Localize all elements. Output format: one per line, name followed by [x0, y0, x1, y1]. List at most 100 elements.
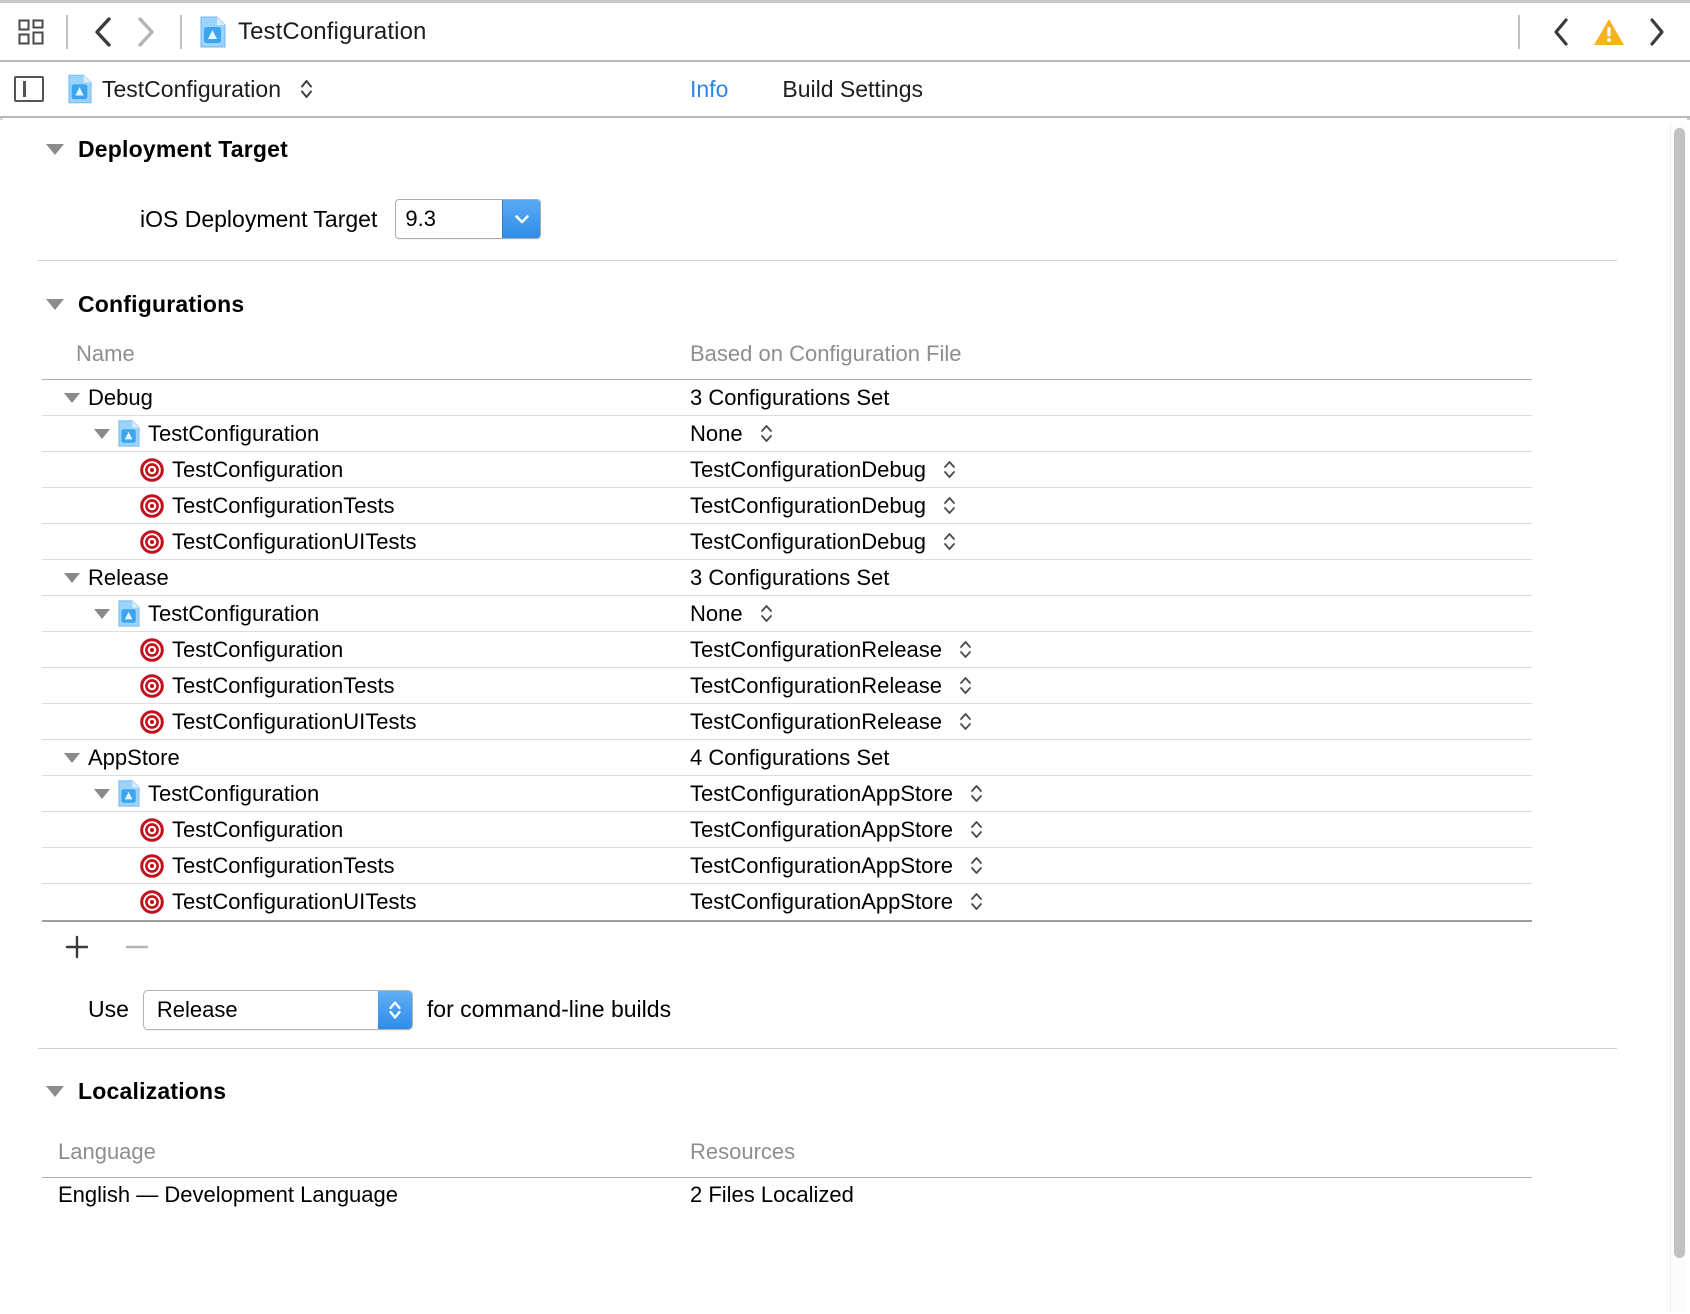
ios-deployment-target-value[interactable]: 9.3	[396, 200, 502, 238]
row-label: TestConfigurationUITests	[172, 888, 417, 914]
warning-triangle-icon[interactable]	[1588, 11, 1630, 53]
target-icon	[140, 529, 164, 554]
disclosure-triangle-icon[interactable]	[46, 1086, 64, 1097]
value-stepper-icon[interactable]	[943, 459, 956, 480]
table-row[interactable]: English — Development Language 2 Files Lo…	[42, 1176, 1532, 1213]
breadcrumb-label: TestConfiguration	[238, 17, 427, 45]
toolbar-right-group	[1504, 11, 1678, 53]
configuration-name-cell: TestConfiguration	[42, 451, 682, 488]
table-row[interactable]: TestConfigurationUITests TestConfiguratio…	[42, 703, 1532, 740]
configuration-name-cell: AppStore	[42, 739, 682, 776]
row-disclosure-triangle-icon[interactable]	[94, 428, 110, 439]
xcode-project-icon-small	[68, 74, 92, 104]
updown-chevron-icon[interactable]	[377, 990, 412, 1029]
section-divider-1	[38, 260, 1617, 261]
configuration-name-cell: Release	[42, 559, 682, 596]
configuration-file-cell[interactable]: TestConfigurationDebug	[682, 487, 1532, 524]
value-stepper-icon[interactable]	[970, 891, 983, 912]
configuration-name-cell: TestConfiguration	[42, 631, 682, 668]
scheme-selector[interactable]: TestConfiguration	[68, 74, 313, 104]
configuration-file-cell[interactable]: None	[682, 415, 1532, 452]
configuration-file-cell[interactable]: TestConfigurationRelease	[682, 631, 1532, 668]
table-row[interactable]: TestConfiguration TestConfigurationAppSto…	[42, 775, 1532, 812]
row-disclosure-triangle-icon[interactable]	[64, 572, 80, 583]
command-line-configuration-value: Release	[156, 996, 238, 1022]
breadcrumb[interactable]: TestConfiguration	[200, 16, 426, 48]
chevron-down-icon[interactable]	[502, 200, 541, 238]
command-line-configuration-popup[interactable]: Release	[142, 989, 413, 1030]
table-row[interactable]: TestConfiguration TestConfigurationReleas…	[42, 631, 1532, 668]
row-value: None	[690, 600, 743, 626]
value-stepper-icon[interactable]	[970, 855, 983, 876]
row-label: TestConfiguration	[148, 780, 320, 806]
row-value: TestConfigurationRelease	[690, 636, 942, 662]
row-disclosure-triangle-icon[interactable]	[94, 788, 110, 799]
minus-icon[interactable]	[124, 934, 150, 960]
table-row[interactable]: TestConfigurationUITests TestConfiguratio…	[42, 523, 1532, 560]
value-stepper-icon[interactable]	[760, 423, 773, 444]
ios-deployment-target-combobox[interactable]: 9.3	[395, 199, 542, 239]
tab-build-settings[interactable]: Build Settings	[782, 76, 923, 103]
scrollbar-thumb[interactable]	[1674, 128, 1685, 1258]
row-label: TestConfiguration	[172, 816, 344, 842]
value-stepper-icon[interactable]	[959, 711, 972, 732]
row-label: TestConfiguration	[148, 420, 320, 446]
table-row[interactable]: Release 3 Configurations Set	[42, 559, 1532, 596]
configuration-file-cell[interactable]: TestConfigurationRelease	[682, 703, 1532, 740]
table-row[interactable]: TestConfiguration None	[42, 595, 1532, 632]
section-localizations[interactable]: Localizations	[0, 1063, 1655, 1121]
back-button[interactable]	[82, 11, 124, 53]
configuration-name-cell: TestConfigurationTests	[42, 667, 682, 704]
column-header-value: Based on Configuration File	[690, 341, 962, 366]
configuration-file-cell[interactable]: TestConfigurationRelease	[682, 667, 1532, 704]
target-icon	[140, 493, 164, 518]
table-row[interactable]: TestConfiguration TestConfigurationAppSto…	[42, 811, 1532, 848]
value-stepper-icon[interactable]	[959, 675, 972, 696]
disclosure-triangle-icon[interactable]	[46, 143, 64, 155]
toolbar-divider	[66, 14, 68, 49]
localizations-table-body: English — Development Language 2 Files Lo…	[42, 1176, 1532, 1213]
configuration-file-cell[interactable]: TestConfigurationAppStore	[682, 775, 1532, 812]
value-stepper-icon[interactable]	[760, 603, 773, 624]
row-disclosure-triangle-icon[interactable]	[94, 608, 110, 619]
section-configurations[interactable]: Configurations	[0, 275, 1655, 333]
tab-info[interactable]: Info	[690, 76, 728, 103]
configuration-file-cell[interactable]: TestConfigurationAppStore	[682, 811, 1532, 848]
section-deployment-target[interactable]: Deployment Target	[0, 120, 1655, 178]
table-row[interactable]: TestConfiguration None	[42, 415, 1532, 452]
table-row[interactable]: AppStore 4 Configurations Set	[42, 739, 1532, 776]
disclosure-triangle-icon[interactable]	[46, 298, 64, 310]
value-stepper-icon[interactable]	[943, 531, 956, 552]
forward-button[interactable]	[124, 11, 166, 53]
configuration-file-cell[interactable]: TestConfigurationAppStore	[682, 847, 1532, 884]
plus-icon[interactable]	[64, 934, 90, 960]
issue-next-button[interactable]	[1636, 11, 1678, 53]
configuration-file-cell[interactable]: TestConfigurationDebug	[682, 451, 1532, 488]
table-row[interactable]: TestConfiguration TestConfigurationDebug	[42, 451, 1532, 488]
row-value: TestConfigurationRelease	[690, 708, 942, 734]
target-icon	[140, 817, 164, 842]
row-disclosure-triangle-icon[interactable]	[64, 752, 80, 763]
table-row[interactable]: TestConfigurationUITests TestConfiguratio…	[42, 883, 1532, 920]
configuration-file-cell[interactable]: None	[682, 595, 1532, 632]
value-stepper-icon[interactable]	[959, 639, 972, 660]
project-editor-scroll-area: Deployment Target iOS Deployment Target …	[0, 120, 1690, 1314]
table-row[interactable]: TestConfigurationTests TestConfigurationA…	[42, 847, 1532, 884]
row-value: TestConfigurationAppStore	[690, 816, 953, 842]
issue-previous-button[interactable]	[1540, 11, 1582, 53]
configuration-file-cell[interactable]: TestConfigurationAppStore	[682, 883, 1532, 920]
grid-view-icon[interactable]	[10, 11, 52, 53]
row-disclosure-triangle-icon[interactable]	[64, 392, 80, 403]
table-row[interactable]: TestConfigurationTests TestConfigurationR…	[42, 667, 1532, 704]
value-stepper-icon[interactable]	[943, 495, 956, 516]
value-stepper-icon[interactable]	[970, 819, 983, 840]
table-row[interactable]: TestConfigurationTests TestConfigurationD…	[42, 487, 1532, 524]
configuration-file-cell[interactable]: TestConfigurationDebug	[682, 523, 1532, 560]
vertical-scrollbar[interactable]	[1670, 122, 1686, 1312]
table-row[interactable]: Debug 3 Configurations Set	[42, 379, 1532, 416]
row-label: TestConfiguration	[148, 600, 320, 626]
value-stepper-icon[interactable]	[970, 783, 983, 804]
sidebar-toggle-icon[interactable]	[14, 76, 44, 102]
scheme-stepper-icon[interactable]	[300, 78, 313, 100]
row-value: TestConfigurationAppStore	[690, 780, 953, 806]
